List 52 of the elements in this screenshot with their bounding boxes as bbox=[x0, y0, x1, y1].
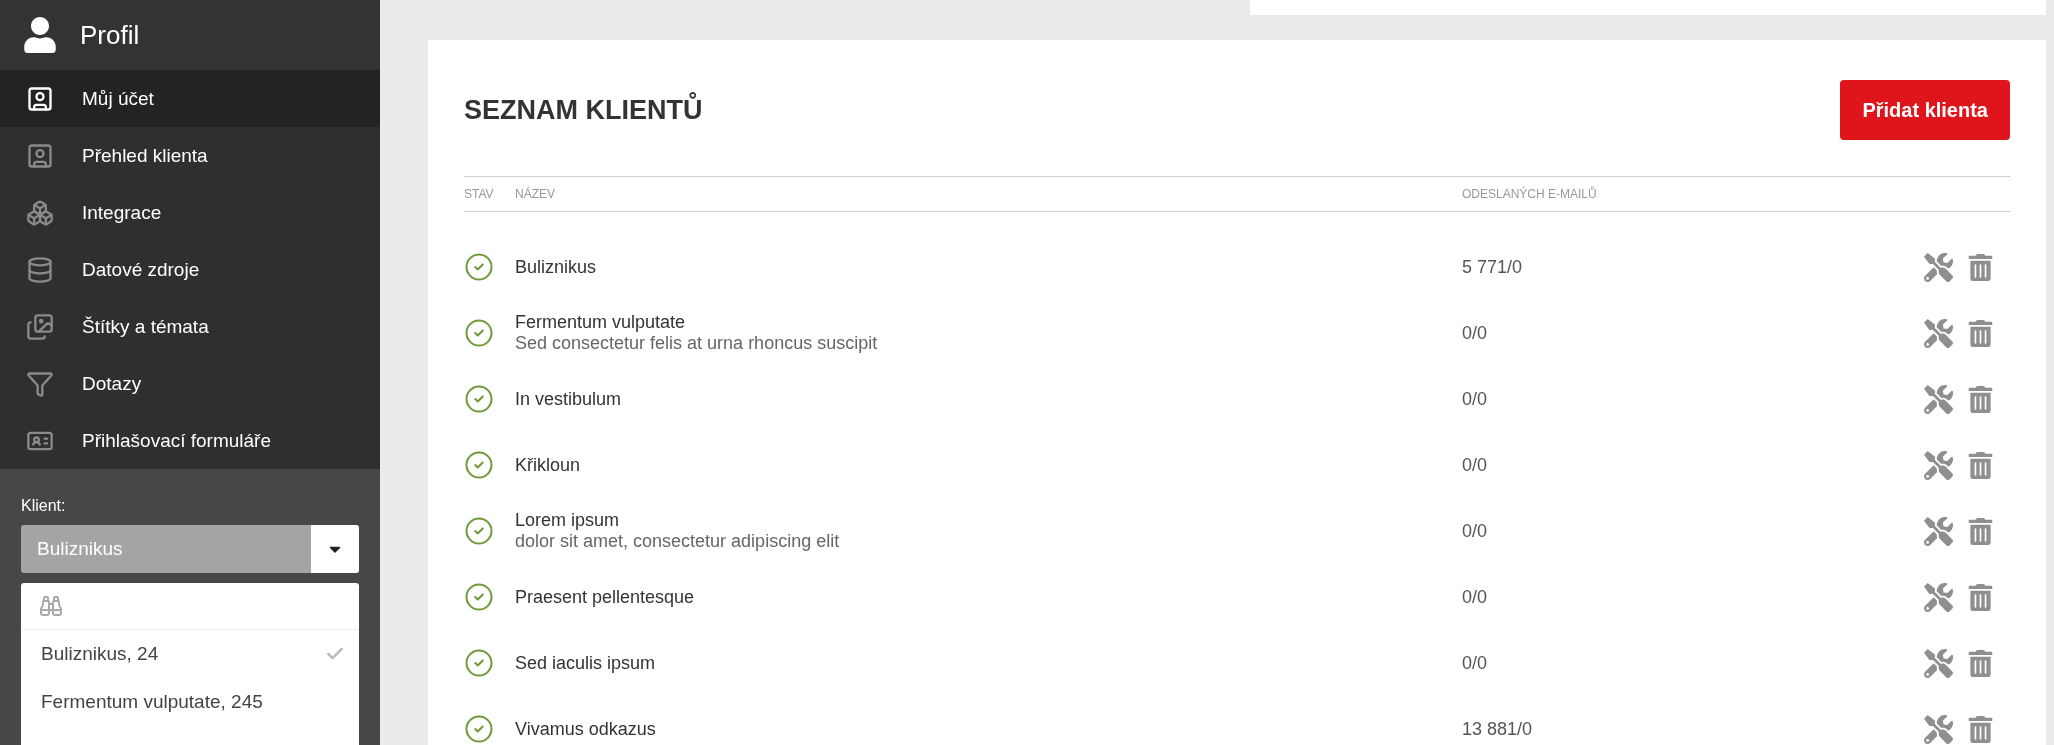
tools-icon[interactable] bbox=[1924, 516, 1953, 546]
client-name: Lorem ipsum bbox=[515, 510, 621, 531]
trash-icon[interactable] bbox=[1967, 319, 1994, 347]
client-description: Sed consectetur felis at urna rhoncus suscipit bbox=[515, 333, 879, 354]
user-icon bbox=[22, 17, 58, 53]
email-count: 13 881/0 bbox=[1462, 718, 1534, 740]
sidebar-title: Profil bbox=[80, 19, 140, 51]
dropdown-option[interactable]: Fermentum vulputate, 245 bbox=[21, 678, 359, 726]
tools-icon[interactable] bbox=[1924, 318, 1953, 348]
trash-icon[interactable] bbox=[1967, 715, 1994, 743]
client-description: dolor sit amet, consectetur adipiscing elit bbox=[515, 531, 841, 552]
trash-icon[interactable] bbox=[1967, 649, 1994, 677]
email-count: 0/0 bbox=[1462, 652, 1489, 674]
images-icon bbox=[26, 312, 54, 341]
trash-icon[interactable] bbox=[1967, 451, 1994, 479]
email-count: 5 771/0 bbox=[1462, 256, 1524, 278]
add-client-button[interactable]: Přidat klienta bbox=[1840, 80, 2010, 140]
menu-item[interactable]: Můj účet bbox=[0, 70, 380, 127]
page-title: SEZNAM KLIENTŮ bbox=[464, 94, 703, 126]
dropdown-option[interactable]: Buliznikus, 24 bbox=[21, 630, 359, 678]
column-header: STAV bbox=[464, 187, 495, 201]
email-count: 0/0 bbox=[1462, 388, 1489, 410]
client-name: Buliznikus bbox=[515, 256, 598, 278]
email-count: 0/0 bbox=[1462, 586, 1489, 608]
client-name: Sed iaculis ipsum bbox=[515, 652, 657, 674]
tools-icon[interactable] bbox=[1924, 714, 1953, 744]
tools-icon[interactable] bbox=[1924, 384, 1953, 414]
client-label: Klient: bbox=[21, 497, 67, 515]
tools-icon[interactable] bbox=[1924, 450, 1953, 480]
tools-icon[interactable] bbox=[1924, 582, 1953, 612]
client-name: Fermentum vulputate bbox=[515, 312, 687, 333]
email-count: 0/0 bbox=[1462, 454, 1489, 476]
cubes-icon bbox=[26, 198, 54, 227]
trash-icon[interactable] bbox=[1967, 253, 1994, 281]
trash-icon[interactable] bbox=[1967, 583, 1994, 611]
binoculars-icon bbox=[39, 594, 63, 618]
funnel-icon bbox=[26, 369, 54, 398]
client-name: Křikloun bbox=[515, 454, 582, 476]
tools-icon[interactable] bbox=[1924, 252, 1953, 282]
client-name: In vestibulum bbox=[515, 388, 623, 410]
trash-icon[interactable] bbox=[1967, 517, 1994, 545]
column-header: NÁZEV bbox=[515, 187, 556, 201]
email-count: 0/0 bbox=[1462, 520, 1489, 542]
client-name: Praesent pellentesque bbox=[515, 586, 696, 608]
column-header: ODESLANÝCH E-MAILŮ bbox=[1462, 187, 1597, 201]
database-icon bbox=[26, 255, 54, 284]
client-name: Vivamus odkazus bbox=[515, 718, 657, 740]
email-count: 0/0 bbox=[1462, 322, 1489, 344]
trash-icon[interactable] bbox=[1967, 385, 1994, 413]
badge-icon bbox=[26, 84, 54, 113]
tools-icon[interactable] bbox=[1924, 648, 1953, 678]
badge-icon bbox=[26, 141, 54, 170]
